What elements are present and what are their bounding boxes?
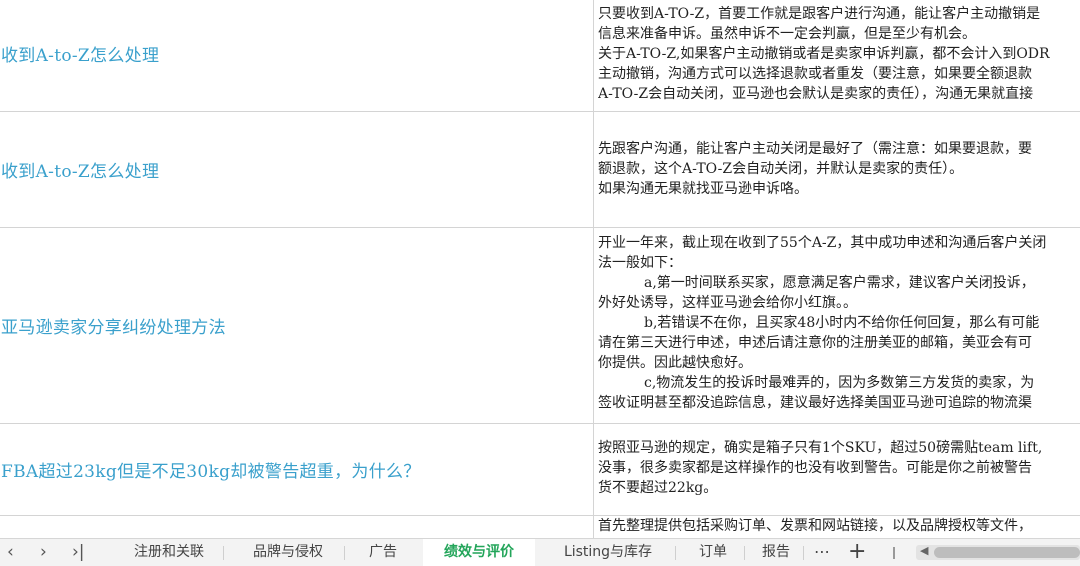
question-cell[interactable] [0, 516, 594, 538]
table-row[interactable]: 亚马逊卖家分享纠纷处理方法 开业一年来，截止现在收到了55个A-Z，其中成功申述… [0, 228, 1080, 424]
answer-line: 请在第三天进行申述，申述后请注意你的注册美亚的邮箱，美亚会有可 [598, 335, 1032, 351]
table-row[interactable]: FBA超过23kg但是不足30kg却被警告超重，为什么？ 按照亚马逊的规定，确实… [0, 424, 1080, 516]
tab-ads[interactable]: 广告 [356, 539, 410, 566]
question-text: FBA超过23kg但是不足30kg却被警告超重，为什么？ [1, 462, 421, 482]
last-sheet-icon[interactable]: ›| [72, 541, 85, 563]
tab-registration[interactable]: 注册和关联 [115, 539, 223, 566]
more-tabs-icon[interactable]: ⋯ [814, 539, 830, 565]
answer-cell[interactable]: 开业一年来，截止现在收到了55个A-Z，其中成功申述和沟通后客户关闭 法一般如下：… [598, 228, 1080, 428]
tab-brand[interactable]: 品牌与侵权 [234, 539, 342, 566]
tab-divider [675, 546, 676, 560]
answer-cell[interactable]: 按照亚马逊的规定，确实是箱子只有1个SKU，超过50磅需贴team lift, 没… [598, 424, 1080, 529]
tab-divider [344, 546, 345, 560]
answer-line: a,第一时间联系买家，愿意满足客户需求，建议客户关闭投诉， [644, 275, 1035, 291]
next-sheet-icon[interactable]: › [40, 541, 47, 563]
answer-line: 额退款，这个A-TO-Z会自动关闭，并默认是卖家的责任）。 [598, 161, 964, 177]
tab-listing[interactable]: Listing与库存 [548, 539, 668, 566]
scrollbar-thumb[interactable] [934, 547, 1080, 558]
question-cell[interactable]: FBA超过23kg但是不足30kg却被警告超重，为什么？ [0, 424, 594, 515]
question-text: 亚马逊卖家分享纠纷处理方法 [1, 318, 226, 338]
answer-line: 先跟客户沟通，能让客户主动关闭是最好了（需注意：如果要退款，要 [598, 141, 1032, 157]
answer-line: 没事，很多卖家都是这样操作的也没有收到警告。可能是你之前被警告 [598, 460, 1032, 476]
sheet-tab-bar: ‹ › ›| 注册和关联 品牌与侵权 广告 绩效与评价 Listing与库存 订… [0, 538, 1080, 566]
tab-divider [223, 546, 224, 560]
table-row[interactable]: 首先整理提供包括采购订单、发票和网站链接，以及品牌授权等文件， [0, 516, 1080, 538]
question-cell[interactable]: 收到A-to-Z怎么处理 [0, 112, 594, 227]
add-sheet-icon[interactable]: + [848, 539, 866, 564]
table-row[interactable]: 收到A-to-Z怎么处理 只要收到A-TO-Z，首要工作就是跟客户进行沟通，能让… [0, 0, 1080, 112]
answer-cell[interactable]: 只要收到A-TO-Z，首要工作就是跟客户进行沟通，能让客户主动撤销是 信息来准备申… [598, 0, 1080, 120]
spreadsheet-grid: 收到A-to-Z怎么处理 只要收到A-TO-Z，首要工作就是跟客户进行沟通，能让… [0, 0, 1080, 538]
answer-line: A-TO-Z会自动关闭，亚马逊也会默认是卖家的责任），沟通无果就直接 [598, 86, 1034, 102]
question-text: 收到A-to-Z怎么处理 [1, 45, 160, 66]
question-cell[interactable]: 亚马逊卖家分享纠纷处理方法 [0, 228, 594, 423]
table-row[interactable]: 收到A-to-Z怎么处理 先跟客户沟通，能让客户主动关闭是最好了（需注意：如果要… [0, 112, 1080, 228]
answer-line: 只要收到A-TO-Z，首要工作就是跟客户进行沟通，能让客户主动撤销是 [598, 6, 1041, 22]
answer-line: 签收证明甚至都没追踪信息，建议最好选择美国亚马逊可追踪的物流渠 [598, 395, 1032, 411]
answer-cell[interactable]: 首先整理提供包括采购订单、发票和网站链接，以及品牌授权等文件， [598, 516, 1080, 538]
question-text: 收到A-to-Z怎么处理 [1, 162, 160, 182]
answer-line: 关于A-TO-Z,如果客户主动撤销或者是卖家申诉判赢，都不会计入到ODR [598, 46, 1050, 62]
answer-line: 外好处诱导，这样亚马逊会给你小红旗。。 [598, 295, 857, 311]
answer-line: 如果沟通无果就找亚马逊申诉咯。 [598, 181, 808, 197]
answer-line: 你提供。因此越快愈好。 [598, 355, 752, 371]
tab-performance[interactable]: 绩效与评价 [423, 539, 535, 566]
answer-line: 首先整理提供包括采购订单、发票和网站链接，以及品牌授权等文件， [598, 518, 1032, 534]
first-sheet-icon[interactable]: ‹ [7, 541, 14, 563]
answer-line: 信息来准备申诉。虽然申诉不一定会判赢，但是至少有机会。 [598, 26, 976, 42]
answer-line: 按照亚马逊的规定，确实是箱子只有1个SKU，超过50磅需贴team lift, [598, 440, 1043, 456]
tab-divider [744, 546, 745, 560]
tab-divider [803, 546, 804, 560]
answer-line: 货不要超过22kg。 [598, 480, 718, 496]
tab-orders[interactable]: 订单 [686, 539, 740, 566]
answer-line: 法一般如下： [598, 255, 682, 271]
scroll-divider [893, 547, 895, 559]
answer-line: c,物流发生的投诉时最难弄的，因为多数第三方发货的卖家，为 [644, 375, 1035, 391]
scroll-left-arrow-icon[interactable]: ◀ [920, 544, 928, 557]
question-cell[interactable]: 收到A-to-Z怎么处理 [0, 0, 594, 111]
tab-reports[interactable]: 报告 [750, 539, 802, 566]
answer-line: b,若错误不在你，且买家48小时内不给你任何回复，那么有可能 [644, 315, 1040, 331]
answer-line: 主动撤销，沟通方式可以选择退款或者重发（要注意，如果要全额退款 [598, 66, 1032, 82]
answer-line: 开业一年来，截止现在收到了55个A-Z，其中成功申述和沟通后客户关闭 [598, 235, 1047, 251]
